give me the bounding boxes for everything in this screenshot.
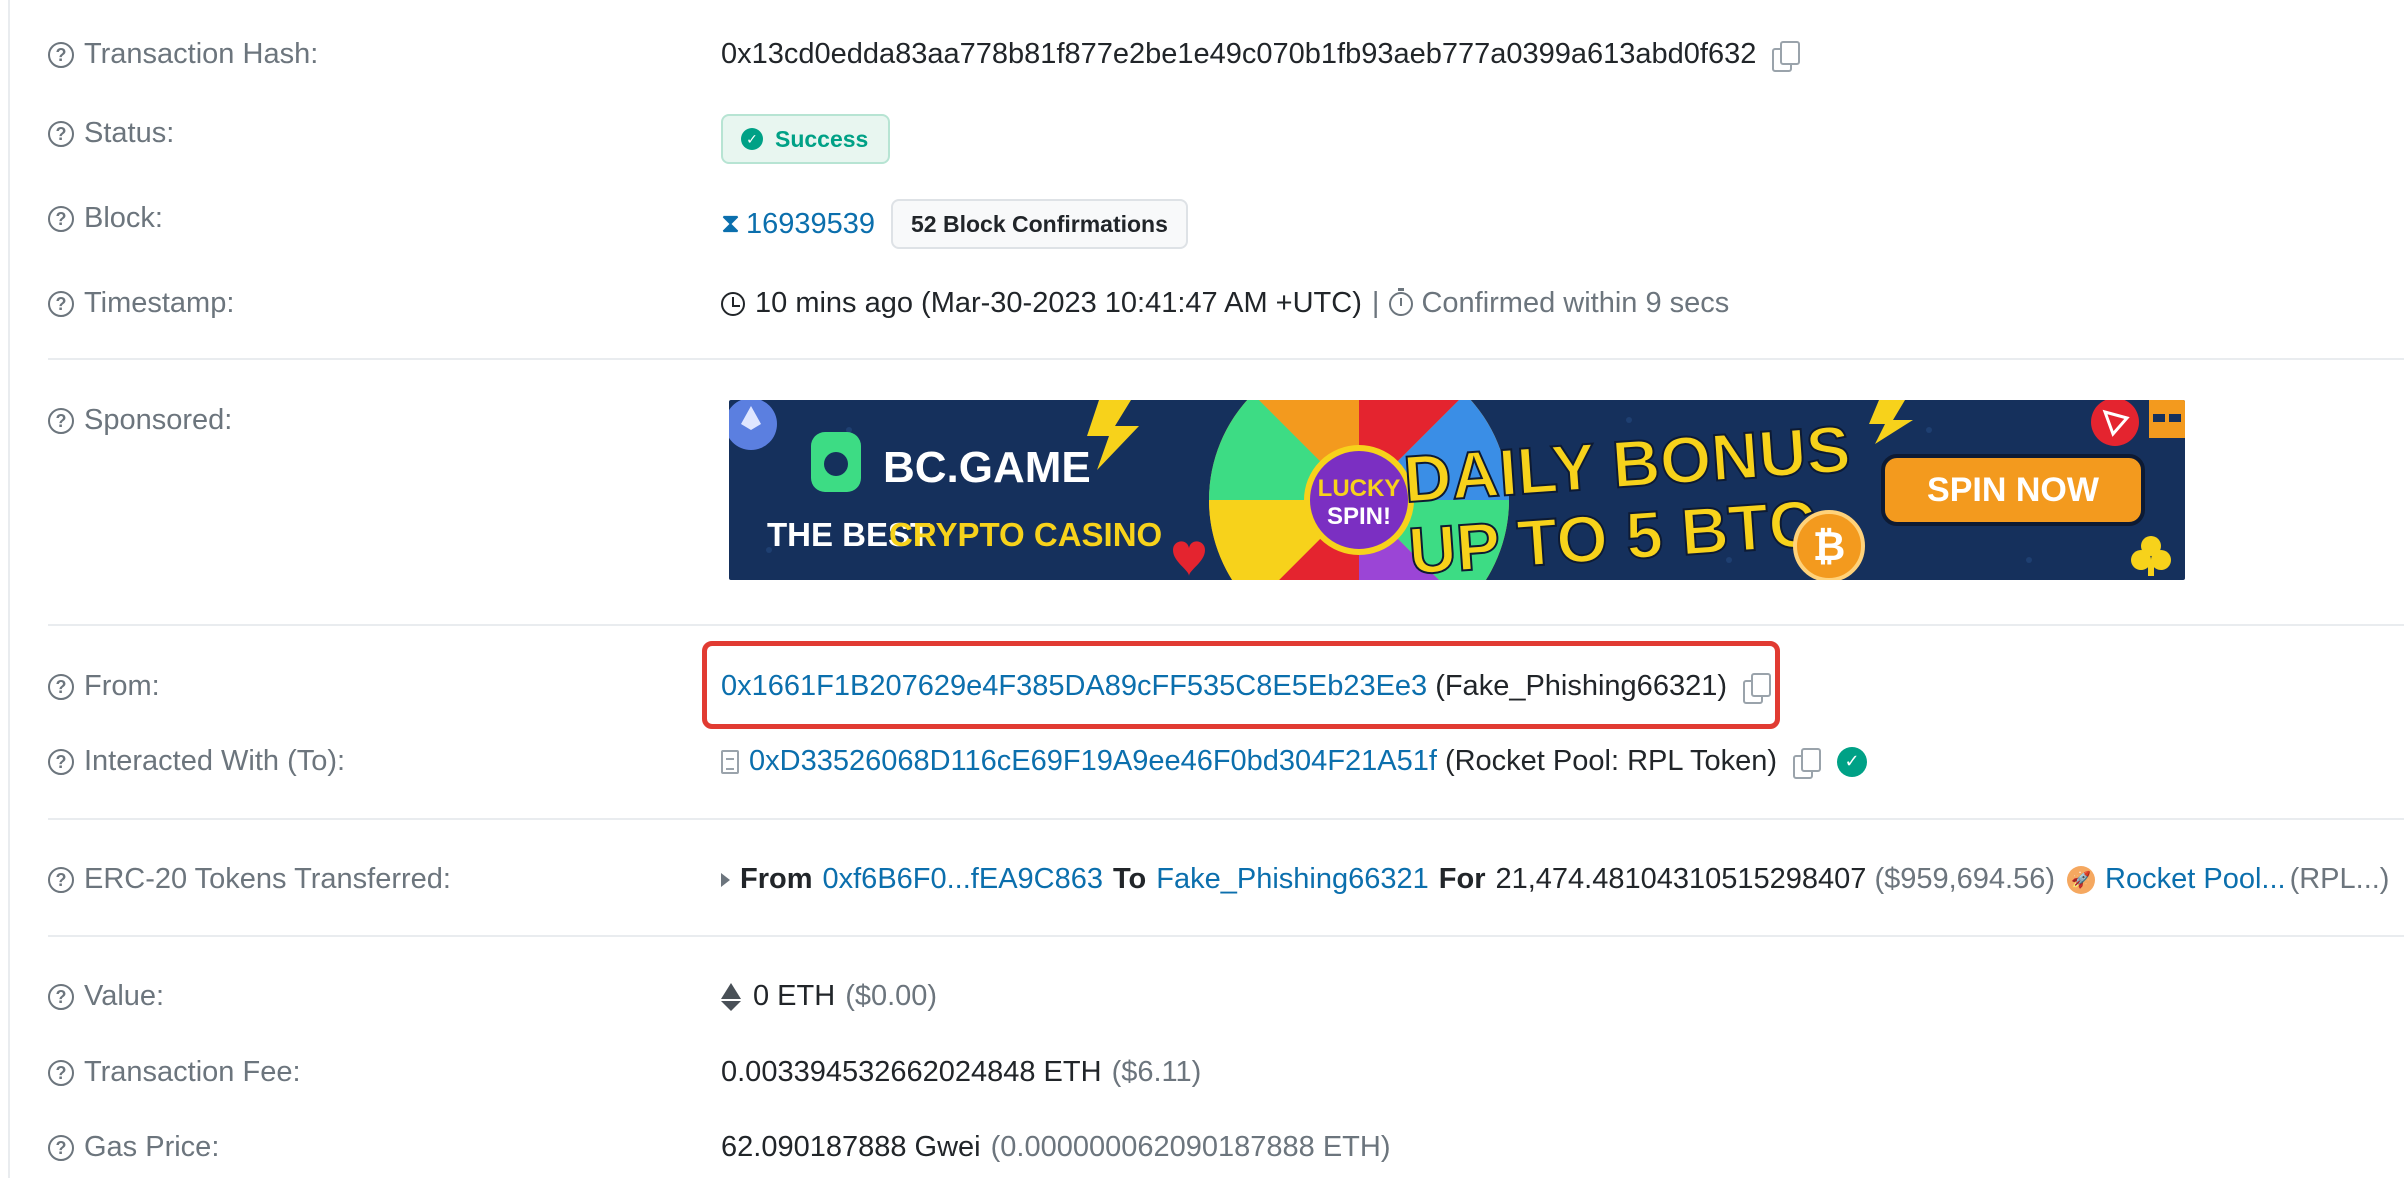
fee-eth: 0.003394532662024848 ETH (721, 1056, 1102, 1088)
to-value: 0xD33526068D116cE69F19A9ee46F0bd304F21A5… (721, 745, 1867, 779)
sponsored-banner[interactable]: BC.GAME THE BEST CRYPTO CASINO LUCKY SPI… (729, 400, 2185, 580)
question-circle-icon[interactable]: ? (48, 41, 74, 68)
banner-tagline-b: CRYPTO CASINO (889, 516, 1162, 553)
caret-right-icon[interactable] (721, 872, 730, 887)
to-label-text: Interacted With (To): (84, 745, 346, 777)
question-circle-icon[interactable]: ? (48, 205, 74, 232)
rocket-pool-icon: 🚀 (2067, 865, 2096, 894)
block-label: ? Block: (48, 202, 163, 235)
erc20-for-word: For (1438, 863, 1486, 895)
fee-label-text: Transaction Fee: (84, 1056, 301, 1088)
block-label-text: Block: (84, 202, 163, 234)
erc20-token-symbol: (RPL...) (2289, 863, 2390, 895)
status-value: ✓ Success (721, 114, 891, 164)
timestamp-label-text: Timestamp: (84, 287, 235, 319)
erc20-token-link[interactable]: Rocket Pool... (2105, 863, 2286, 896)
svg-text:₿: ₿ (1813, 525, 1846, 569)
tx-hash-label-text: Transaction Hash: (84, 38, 319, 70)
tx-hash-value: 0x13cd0edda83aa778b81f877e2be1e49c070b1f… (721, 38, 1801, 72)
block-number-link[interactable]: 16939539 (746, 208, 875, 241)
erc20-from-word: From (740, 863, 813, 895)
status-label: ? Status: (48, 117, 174, 150)
block-value: ⧗ 16939539 52 Block Confirmations (721, 199, 1188, 249)
verified-check-icon: ✓ (1837, 746, 1867, 777)
gas-label: ? Gas Price: (48, 1131, 219, 1164)
block-confirmations-badge: 52 Block Confirmations (891, 199, 1188, 249)
stopwatch-icon (1389, 287, 1414, 316)
banner-wheel-a: LUCKY (1318, 475, 1401, 502)
gas-label-text: Gas Price: (84, 1131, 220, 1163)
question-circle-icon[interactable]: ? (48, 748, 74, 775)
from-label-text: From: (84, 670, 160, 702)
banner-wheel-b: SPIN! (1327, 503, 1391, 530)
value-usd: ($0.00) (845, 980, 938, 1012)
question-circle-icon[interactable]: ? (48, 673, 74, 700)
from-highlight-box (702, 641, 1780, 729)
banner-cta: SPIN NOW (1927, 471, 2100, 509)
tx-hash-text: 0x13cd0edda83aa778b81f877e2be1e49c070b1f… (721, 38, 1757, 70)
status-label-text: Status: (84, 117, 175, 149)
divider (48, 358, 2404, 360)
to-label: ? Interacted With (To): (48, 745, 345, 778)
copy-icon[interactable] (1793, 747, 1821, 779)
value-label: ? Value: (48, 980, 164, 1013)
erc20-to-link[interactable]: Fake_Phishing66321 (1156, 863, 1428, 896)
erc20-from-link[interactable]: 0xf6B6F0...fEA9C863 (823, 863, 1104, 896)
timestamp-text: 10 mins ago (Mar-30-2023 10:41:47 AM +UT… (755, 287, 1362, 319)
question-circle-icon[interactable]: ? (48, 1059, 74, 1086)
question-circle-icon[interactable]: ? (48, 866, 74, 893)
from-label: ? From: (48, 670, 160, 703)
clock-icon (721, 291, 745, 316)
question-circle-icon[interactable]: ? (48, 120, 74, 147)
question-circle-icon[interactable]: ? (48, 290, 74, 317)
gas-value: 62.090187888 Gwei (0.000000062090187888 … (721, 1131, 1390, 1164)
copy-icon[interactable] (1772, 40, 1801, 72)
fee-label: ? Transaction Fee: (48, 1056, 301, 1089)
timestamp-divider: | (1371, 287, 1380, 319)
erc20-usd: ($959,694.56) (1874, 863, 2056, 895)
question-circle-icon[interactable]: ? (48, 1134, 74, 1161)
to-address-link[interactable]: 0xD33526068D116cE69F19A9ee46F0bd304F21A5… (749, 745, 1437, 778)
erc20-value: From 0xf6B6F0...fEA9C863 To Fake_Phishin… (721, 863, 2389, 896)
ethereum-icon (721, 982, 741, 1011)
divider (48, 935, 2404, 937)
erc20-label: ? ERC-20 Tokens Transferred: (48, 863, 451, 896)
confirmed-within-text: Confirmed within 9 secs (1421, 287, 1730, 319)
document-icon (721, 749, 739, 774)
check-circle-icon: ✓ (741, 128, 763, 150)
erc20-to-word: To (1113, 863, 1147, 895)
status-badge: ✓ Success (721, 114, 891, 164)
hourglass-icon: ⧗ (721, 208, 740, 238)
fee-usd: ($6.11) (1111, 1056, 1202, 1088)
gas-eth: (0.000000062090187888 ETH) (990, 1131, 1391, 1163)
value-eth: 0 ETH (753, 980, 836, 1012)
banner-brand: BC.GAME (883, 443, 1091, 492)
divider (48, 624, 2404, 626)
sponsored-label: ? Sponsored: (48, 404, 232, 437)
bc-game-ad[interactable]: BC.GAME THE BEST CRYPTO CASINO LUCKY SPI… (729, 400, 2185, 580)
erc20-amount: 21,474.48104310515298407 (1495, 863, 1867, 895)
tx-hash-label: ? Transaction Hash: (48, 38, 318, 71)
erc20-label-text: ERC-20 Tokens Transferred: (84, 863, 451, 895)
timestamp-label: ? Timestamp: (48, 287, 234, 320)
to-name-tag: (Rocket Pool: RPL Token) (1444, 745, 1777, 777)
transaction-details-card: ? Transaction Hash: 0x13cd0edda83aa778b8… (8, 0, 2404, 1178)
value-value: 0 ETH ($0.00) (721, 980, 937, 1013)
value-label-text: Value: (84, 980, 165, 1012)
question-circle-icon[interactable]: ? (48, 983, 74, 1010)
divider (48, 818, 2404, 820)
gas-gwei: 62.090187888 Gwei (721, 1131, 981, 1163)
question-circle-icon[interactable]: ? (48, 407, 74, 434)
fee-value: 0.003394532662024848 ETH ($6.11) (721, 1056, 1201, 1089)
status-text: Success (775, 125, 869, 152)
sponsored-label-text: Sponsored: (84, 404, 233, 436)
timestamp-value: 10 mins ago (Mar-30-2023 10:41:47 AM +UT… (721, 287, 1729, 320)
